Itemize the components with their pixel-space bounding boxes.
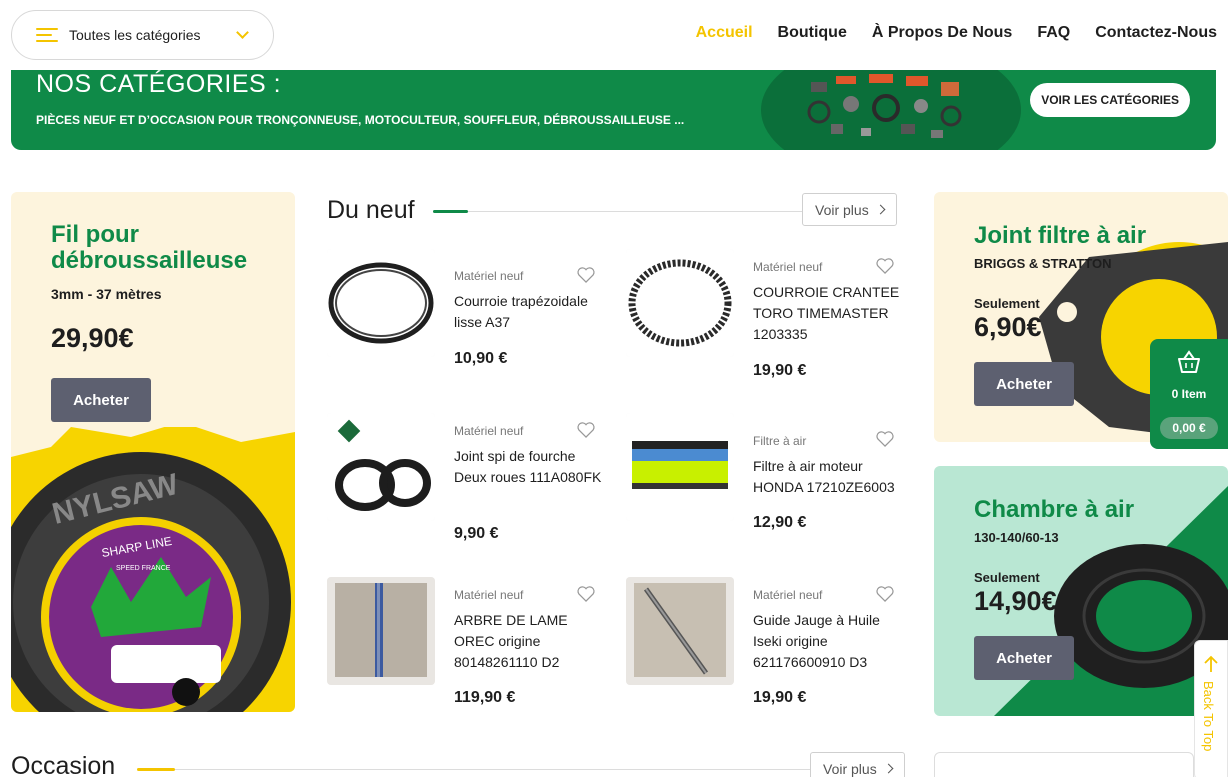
promo-subtitle: 130-140/60-13 xyxy=(974,530,1059,545)
product-price: 12,90 € xyxy=(753,514,807,531)
product-card[interactable]: Matériel neuf COURROIE CRANTEE TORO TIME… xyxy=(626,249,911,389)
wishlist-heart-icon[interactable] xyxy=(577,267,595,283)
product-card[interactable]: Matériel neuf Joint spi de fourche Deux … xyxy=(327,413,612,553)
product-category: Filtre à air xyxy=(753,434,807,448)
product-image[interactable] xyxy=(626,577,734,685)
banner-subtitle: PIÈCES NEUF ET D’OCCASION POUR TRONÇONNE… xyxy=(36,113,685,127)
product-name[interactable]: Joint spi de fourche Deux roues 111A080F… xyxy=(454,446,604,488)
product-price: 19,90 € xyxy=(753,689,807,706)
product-card[interactable]: Filtre à air Filtre à air moteur HONDA 1… xyxy=(626,413,911,553)
promo-from-label: Seulement xyxy=(974,570,1040,585)
cart-total: 0,00 € xyxy=(1160,417,1218,439)
chevron-down-icon xyxy=(236,26,249,39)
promo-trimmer-line: Fil pour débroussailleuse 3mm - 37 mètre… xyxy=(11,192,295,712)
product-image[interactable] xyxy=(327,249,435,357)
wishlist-heart-icon[interactable] xyxy=(876,431,894,447)
promo-title: Joint filtre à air xyxy=(974,222,1147,249)
all-categories-label: Toutes les catégories xyxy=(69,27,201,43)
section-divider xyxy=(175,769,810,770)
see-more-new-button[interactable]: Voir plus xyxy=(802,193,897,226)
new-section-title: Du neuf xyxy=(327,196,415,224)
product-image[interactable] xyxy=(327,577,435,685)
promo-title: Chambre à air xyxy=(974,496,1135,523)
wishlist-heart-icon[interactable] xyxy=(577,422,595,438)
promo-price: 6,90€ xyxy=(974,312,1042,342)
main-nav: Accueil Boutique À Propos De Nous FAQ Co… xyxy=(696,24,1217,42)
section-divider xyxy=(468,211,802,212)
categories-banner: NOS CATÉGORIES : PIÈCES NEUF ET D’OCCASI… xyxy=(11,70,1216,150)
product-category: Matériel neuf xyxy=(753,260,823,274)
view-categories-button[interactable]: VOIR LES CATÉGORIES xyxy=(1030,83,1190,117)
site-header: Toutes les catégories Accueil Boutique À… xyxy=(0,0,1228,70)
product-image[interactable] xyxy=(327,413,435,521)
product-price: 10,90 € xyxy=(454,350,508,367)
menu-icon xyxy=(36,28,58,42)
wishlist-heart-icon[interactable] xyxy=(876,586,894,602)
product-category: Matériel neuf xyxy=(454,424,524,438)
mini-cart[interactable]: 0 Item 0,00 € xyxy=(1150,339,1228,449)
product-price: 19,90 € xyxy=(753,362,807,379)
nav-contact[interactable]: Contactez-Nous xyxy=(1095,24,1217,42)
promo-card-partial xyxy=(934,752,1194,777)
spool-maker-text: SPEED FRANCE xyxy=(116,565,171,572)
nav-home[interactable]: Accueil xyxy=(696,24,753,42)
used-section-title: Occasion xyxy=(11,752,116,777)
promo-subtitle: 3mm - 37 mètres xyxy=(51,286,162,302)
product-name[interactable]: Filtre à air moteur HONDA 17210ZE6003 xyxy=(753,456,903,498)
promo-from-label: Seulement xyxy=(974,296,1040,311)
product-category: Matériel neuf xyxy=(454,269,524,283)
promo-subtitle: BRIGGS & STRATTON xyxy=(974,256,1112,271)
buy-button[interactable]: Acheter xyxy=(974,362,1074,406)
buy-button[interactable]: Acheter xyxy=(974,636,1074,680)
trimmer-line-spool-image: NYLSAW SHARP LINE SPEED FRANCE xyxy=(11,427,295,712)
promo-price: 29,90€ xyxy=(51,323,134,353)
section-accent xyxy=(433,210,468,213)
product-name[interactable]: Courroie trapézoidale lisse A37 xyxy=(454,291,604,333)
basket-icon xyxy=(1178,350,1200,373)
back-to-top-button[interactable]: Back To Top xyxy=(1194,640,1228,777)
product-image[interactable] xyxy=(626,413,734,521)
chevron-right-icon xyxy=(875,204,886,215)
promo-title: Fil pour débroussailleuse xyxy=(51,221,248,274)
nav-faq[interactable]: FAQ xyxy=(1037,24,1070,42)
section-accent xyxy=(137,768,175,771)
product-price: 119,90 € xyxy=(454,689,516,706)
arrow-up-icon xyxy=(1204,655,1218,672)
product-name[interactable]: COURROIE CRANTEE TORO TIMEMASTER 1203335 xyxy=(753,282,903,345)
air-filter-image xyxy=(626,413,734,521)
see-more-used-button[interactable]: Voir plus xyxy=(810,752,905,777)
see-more-label: Voir plus xyxy=(815,201,869,218)
all-categories-dropdown[interactable]: Toutes les catégories xyxy=(11,10,274,60)
banner-title: NOS CATÉGORIES : xyxy=(36,70,282,98)
product-image[interactable] xyxy=(626,249,734,357)
wishlist-heart-icon[interactable] xyxy=(876,258,894,274)
buy-button[interactable]: Acheter xyxy=(51,378,151,422)
toothed-belt-image xyxy=(626,249,734,357)
product-card[interactable]: Matériel neuf ARBRE DE LAME OREC origine… xyxy=(327,577,612,717)
product-name[interactable]: Guide Jauge à Huile Iseki origine 621176… xyxy=(753,610,903,673)
product-category: Matériel neuf xyxy=(454,588,524,602)
chevron-right-icon xyxy=(883,763,894,774)
blade-shaft-image xyxy=(327,577,435,685)
back-to-top-label: Back To Top xyxy=(1201,681,1216,752)
nav-about[interactable]: À Propos De Nous xyxy=(872,24,1012,42)
product-card[interactable]: Matériel neuf Courroie trapézoidale liss… xyxy=(327,249,612,389)
product-name[interactable]: ARBRE DE LAME OREC origine 80148261110 D… xyxy=(454,610,604,673)
wishlist-heart-icon[interactable] xyxy=(577,586,595,602)
dipstick-guide-image xyxy=(626,577,734,685)
product-price: 9,90 € xyxy=(454,525,499,542)
see-more-label: Voir plus xyxy=(823,760,877,777)
product-card[interactable]: Matériel neuf Guide Jauge à Huile Iseki … xyxy=(626,577,911,717)
nav-shop[interactable]: Boutique xyxy=(778,24,847,42)
cart-item-count: 0 Item xyxy=(1171,387,1207,401)
fork-seal-image xyxy=(327,413,435,521)
promo-inner-tube: Chambre à air 130-140/60-13 Seulement 14… xyxy=(934,466,1228,716)
parts-image xyxy=(807,74,962,138)
product-category: Matériel neuf xyxy=(753,588,823,602)
v-belt-image xyxy=(327,249,435,357)
promo-price: 14,90€ xyxy=(974,586,1057,616)
